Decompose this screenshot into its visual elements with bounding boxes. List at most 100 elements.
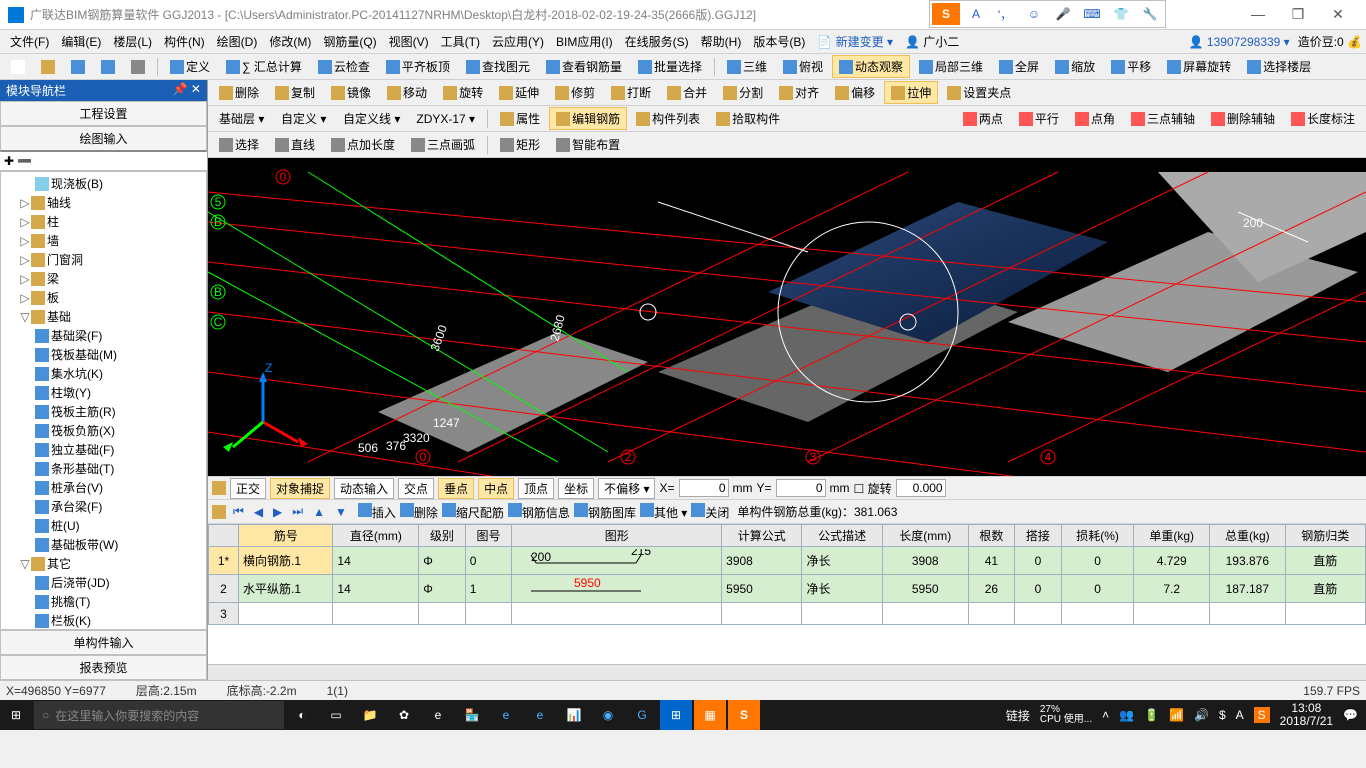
menu-在线服务(S)[interactable]: 在线服务(S): [619, 33, 695, 50]
dtb-插入[interactable]: 插入: [358, 503, 396, 521]
new-change-button[interactable]: 📄 新建变更 ▾: [811, 33, 899, 50]
ime-wrench-icon[interactable]: 🔧: [1137, 3, 1163, 25]
tb-拉伸[interactable]: 拉伸: [884, 81, 938, 104]
tb-查找图元[interactable]: 查找图元: [459, 55, 537, 78]
tb-延伸[interactable]: 延伸: [492, 81, 546, 104]
menu-钢筋量(Q)[interactable]: 钢筋量(Q): [317, 33, 382, 50]
rotate-input[interactable]: [896, 479, 946, 497]
vtb-对象捕捉[interactable]: 对象捕捉: [270, 478, 330, 499]
tray-clock[interactable]: 13:082018/7/21: [1280, 702, 1333, 728]
tree-柱墩(Y)[interactable]: 柱墩(Y): [3, 383, 204, 402]
vtb-动态输入[interactable]: 动态输入: [334, 478, 394, 499]
tree-柱[interactable]: ▷柱: [3, 212, 204, 231]
tree-筏板基础(M)[interactable]: 筏板基础(M): [3, 345, 204, 364]
account-phone[interactable]: 👤 13907298339 ▾: [1189, 35, 1290, 49]
tb-对齐[interactable]: 对齐: [772, 81, 826, 104]
tb-打断[interactable]: 打断: [604, 81, 658, 104]
menu-编辑(E)[interactable]: 编辑(E): [55, 33, 107, 50]
dtb-其他[interactable]: 其他 ▾: [640, 503, 687, 521]
nav-btn[interactable]: ◀: [251, 505, 266, 519]
ime-s-icon[interactable]: S: [932, 3, 960, 25]
tb-批量选择[interactable]: 批量选择: [631, 55, 709, 78]
tb3-拾取构件[interactable]: 拾取构件: [709, 107, 787, 130]
nav-btn[interactable]: ⏮: [230, 504, 247, 519]
start-button[interactable]: ⊞: [0, 700, 32, 730]
sidebar-pin-icon[interactable]: 📌 ✕: [173, 82, 201, 99]
dropdown-自定义[interactable]: 自定义 ▾: [274, 107, 334, 130]
dtb-钢筋信息[interactable]: 钢筋信息: [508, 503, 570, 521]
tree-基础梁(F)[interactable]: 基础梁(F): [3, 326, 204, 345]
tb3r-平行[interactable]: 平行: [1012, 107, 1066, 130]
edge-icon[interactable]: e: [490, 700, 522, 730]
tb-移动[interactable]: 移动: [380, 81, 434, 104]
section-project[interactable]: 工程设置: [0, 101, 207, 126]
section-draw[interactable]: 绘图输入: [0, 126, 207, 152]
ime-face-icon[interactable]: ☺: [1021, 3, 1047, 25]
tb-修剪[interactable]: 修剪: [548, 81, 602, 104]
tb-点加长度[interactable]: 点加长度: [324, 133, 402, 156]
menu-构件(N)[interactable]: 构件(N): [158, 33, 211, 50]
tb-三维[interactable]: 三维: [720, 55, 774, 78]
tree-条形基础(T)[interactable]: 条形基础(T): [3, 459, 204, 478]
nav-btn[interactable]: ⏭: [289, 504, 306, 519]
tb-查看钢筋量[interactable]: 查看钢筋量: [539, 55, 629, 78]
tb-三点画弧[interactable]: 三点画弧: [404, 133, 482, 156]
tb3-构件列表[interactable]: 构件列表: [629, 107, 707, 130]
tb-矩形[interactable]: 矩形: [493, 133, 547, 156]
tray-link[interactable]: 链接: [1006, 707, 1030, 724]
menu-BIM应用(I)[interactable]: BIM应用(I): [550, 33, 619, 50]
menu-版本号(B)[interactable]: 版本号(B): [747, 33, 811, 50]
app3-icon[interactable]: ⊞: [660, 700, 692, 730]
calc-icon[interactable]: 📊: [558, 700, 590, 730]
menu-修改(M)[interactable]: 修改(M): [263, 33, 317, 50]
tb-选择楼层[interactable]: 选择楼层: [1240, 55, 1318, 78]
vtb-正交[interactable]: 正交: [230, 478, 266, 499]
tb3-编辑钢筋[interactable]: 编辑钢筋: [549, 107, 627, 130]
tree-承台梁(F)[interactable]: 承台梁(F): [3, 497, 204, 516]
menu-文件(F)[interactable]: 文件(F): [4, 33, 55, 50]
file-icon-btn[interactable]: [34, 57, 62, 77]
vtb-坐标[interactable]: 坐标: [558, 478, 594, 499]
tb-云检查[interactable]: 云检查: [311, 55, 377, 78]
tb3r-长度标注[interactable]: 长度标注: [1284, 107, 1362, 130]
dtb-缩尺配筋[interactable]: 缩尺配筋: [442, 503, 504, 521]
edge-old-icon[interactable]: e: [422, 700, 454, 730]
vtb-顶点[interactable]: 顶点: [518, 478, 554, 499]
tree-基础[interactable]: ▽基础: [3, 307, 204, 326]
tb-旋转[interactable]: 旋转: [436, 81, 490, 104]
user-button[interactable]: 👤 广小二: [899, 33, 965, 50]
vtb-交点[interactable]: 交点: [398, 478, 434, 499]
ime-a-icon[interactable]: A: [963, 3, 989, 25]
rebar-table[interactable]: 筋号直径(mm)级别图号图形计算公式公式描述长度(mm)根数搭接损耗(%)单重(…: [208, 524, 1366, 664]
maximize-button[interactable]: ❐: [1278, 6, 1318, 23]
menu-视图(V)[interactable]: 视图(V): [383, 33, 435, 50]
ime-mic-icon[interactable]: 🎤: [1050, 3, 1076, 25]
tb3r-点角[interactable]: 点角: [1068, 107, 1122, 130]
dropdown-基础层[interactable]: 基础层 ▾: [212, 107, 272, 130]
ime-punct-icon[interactable]: '，: [992, 3, 1018, 25]
tray-battery-icon[interactable]: 🔋: [1144, 708, 1159, 722]
tree-门窗洞[interactable]: ▷门窗洞: [3, 250, 204, 269]
y-input[interactable]: [776, 479, 826, 497]
tb-局部三维[interactable]: 局部三维: [912, 55, 990, 78]
tree-后浇带(JD)[interactable]: 后浇带(JD): [3, 573, 204, 592]
tree-栏板(K)[interactable]: 栏板(K): [3, 611, 204, 630]
tree-集水坑(K)[interactable]: 集水坑(K): [3, 364, 204, 383]
tray-volume-icon[interactable]: 🔊: [1194, 708, 1209, 722]
file-icon-btn[interactable]: [124, 57, 152, 77]
ie-icon[interactable]: e: [524, 700, 556, 730]
app1-icon[interactable]: ◉: [592, 700, 624, 730]
component-tree[interactable]: 现浇板(B)▷轴线▷柱▷墙▷门窗洞▷梁▷板▽基础基础梁(F)筏板基础(M)集水坑…: [0, 171, 207, 630]
tree-筏板负筋(X)[interactable]: 筏板负筋(X): [3, 421, 204, 440]
tree-桩(U)[interactable]: 桩(U): [3, 516, 204, 535]
taskbar-search[interactable]: ○ 在这里输入你要搜索的内容: [34, 701, 284, 729]
menu-绘图(D)[interactable]: 绘图(D): [211, 33, 264, 50]
tree-轴线[interactable]: ▷轴线: [3, 193, 204, 212]
vtb-不偏移[interactable]: 不偏移 ▾: [598, 478, 655, 499]
tb-删除[interactable]: 删除: [212, 81, 266, 104]
drawing-viewport[interactable]: Z 3600 2680 1247 506 376 3320 200 0 5 B: [208, 158, 1366, 476]
tb-设置夹点[interactable]: 设置夹点: [940, 81, 1018, 104]
tb-屏幕旋转[interactable]: 屏幕旋转: [1160, 55, 1238, 78]
tb-俯视[interactable]: 俯视: [776, 55, 830, 78]
section-report[interactable]: 报表预览: [0, 655, 207, 680]
